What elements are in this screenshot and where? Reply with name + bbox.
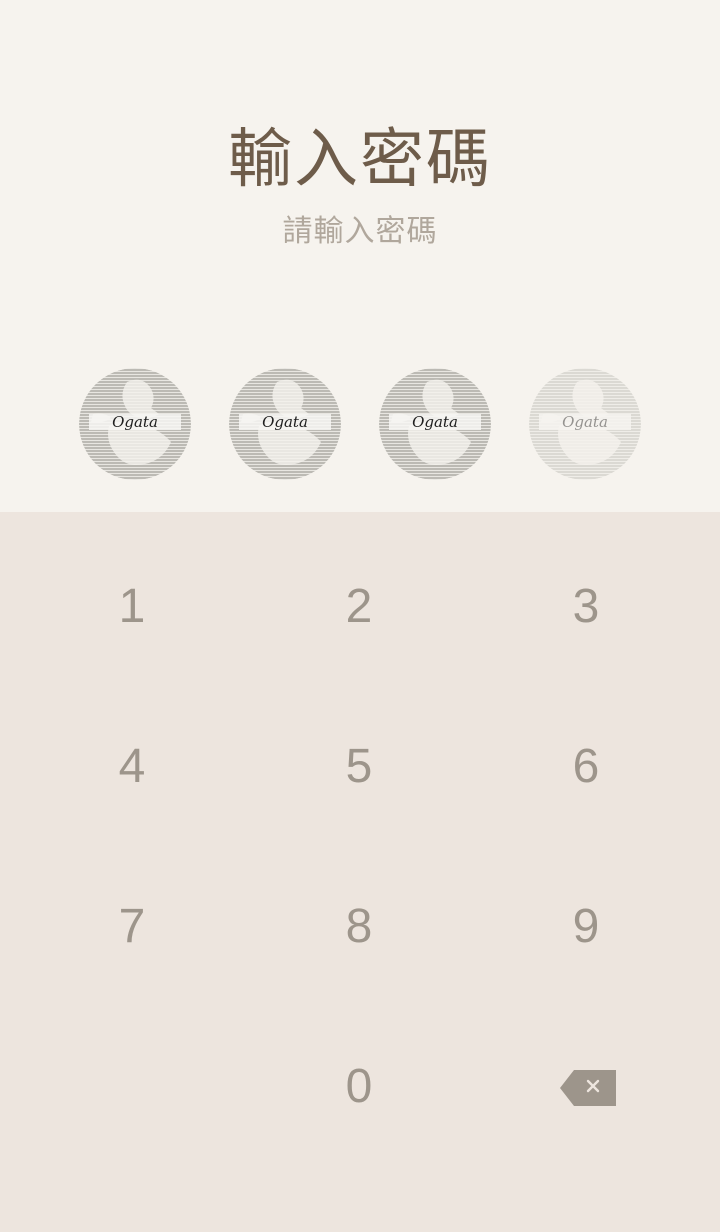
passcode-dot-graphic: Ogata <box>529 368 641 480</box>
key-6-label: 6 <box>572 739 600 793</box>
key-2-label: 2 <box>345 579 373 633</box>
key-6[interactable]: 6 <box>466 686 706 846</box>
key-8-label: 8 <box>345 899 373 953</box>
passcode-dot-graphic: Ogata <box>229 368 341 480</box>
key-2[interactable]: 2 <box>239 526 479 686</box>
passcode-dot-2: Ogata <box>229 368 341 480</box>
key-4[interactable]: 4 <box>12 686 252 846</box>
passcode-dot-label: Ogata <box>262 413 308 431</box>
key-9[interactable]: 9 <box>466 846 706 1006</box>
key-7[interactable]: 7 <box>12 846 252 1006</box>
passcode-indicator: Ogata Ogata Ogata Ogata <box>0 368 720 480</box>
page-title: 輸入密碼 <box>228 123 492 197</box>
key-8[interactable]: 8 <box>239 846 479 1006</box>
backspace-button[interactable] <box>468 1008 708 1168</box>
numeric-keypad: 1 2 3 4 5 6 7 8 9 0 <box>0 512 720 1232</box>
passcode-dot-3: Ogata <box>379 368 491 480</box>
key-5[interactable]: 5 <box>239 686 479 846</box>
key-3[interactable]: 3 <box>466 526 706 686</box>
passcode-dot-1: Ogata <box>79 368 191 480</box>
backspace-icon <box>560 1070 616 1106</box>
page-subtitle: 請輸入密碼 <box>282 214 438 249</box>
passcode-dot-label: Ogata <box>412 413 458 431</box>
passcode-dot-label: Ogata <box>112 413 158 431</box>
passcode-dot-label: Ogata <box>562 413 608 431</box>
passcode-dot-graphic: Ogata <box>79 368 191 480</box>
key-3-label: 3 <box>572 579 600 633</box>
passcode-dot-graphic: Ogata <box>379 368 491 480</box>
passcode-dot-4: Ogata <box>529 368 641 480</box>
key-0-label: 0 <box>345 1059 373 1113</box>
key-5-label: 5 <box>345 739 373 793</box>
key-4-label: 4 <box>118 739 146 793</box>
passcode-header: 輸入密碼 請輸入密碼 Ogata Ogata Ogata Ogata <box>0 0 720 512</box>
key-1[interactable]: 1 <box>12 526 252 686</box>
passcode-screen: 輸入密碼 請輸入密碼 Ogata Ogata Ogata Ogata 1 2 3… <box>0 0 720 1232</box>
key-7-label: 7 <box>118 899 146 953</box>
key-0[interactable]: 0 <box>239 1006 479 1166</box>
key-1-label: 1 <box>118 579 146 633</box>
key-9-label: 9 <box>572 899 600 953</box>
